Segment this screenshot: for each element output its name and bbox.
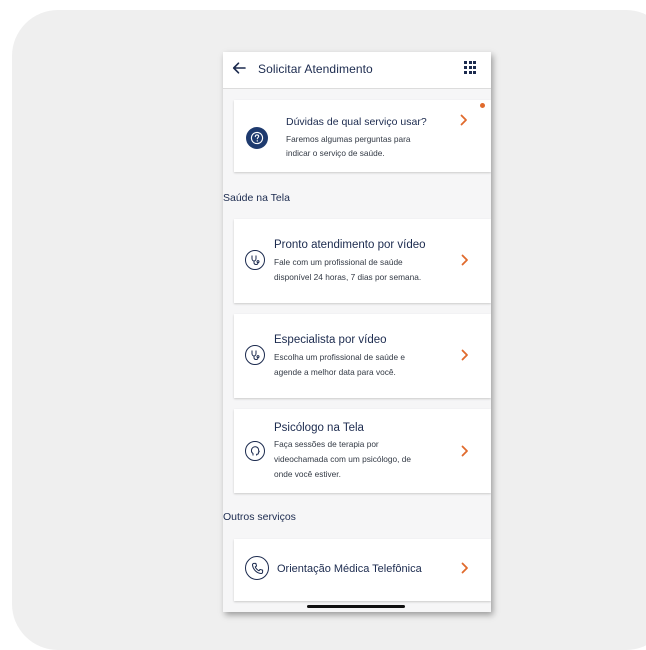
help-card[interactable]: Dúvidas de qual serviço usar? Faremos al…	[234, 100, 491, 172]
service-description-line3: onde você estiver.	[274, 469, 341, 479]
page-title: Solicitar Atendimento	[258, 62, 373, 76]
service-title: Orientação Médica Telefônica	[277, 563, 422, 575]
service-description-line2: agende a melhor data para você.	[274, 367, 396, 377]
stethoscope-icon	[245, 250, 265, 270]
service-title: Pronto atendimento por vídeo	[274, 239, 426, 251]
phone-icon	[245, 556, 269, 580]
service-card-orientacao-medica[interactable]: Orientação Médica Telefônica	[234, 539, 491, 601]
chevron-right-icon	[461, 254, 471, 268]
app-screen: Solicitar Atendimento Dúvidas de qual se…	[223, 52, 491, 612]
help-card-title: Dúvidas de qual serviço usar?	[286, 116, 427, 128]
service-card-pronto-atendimento[interactable]: Pronto atendimento por vídeo Fale com um…	[234, 219, 491, 303]
service-description-line1: Escolha um profissional de saúde e	[274, 352, 405, 362]
section-title-outros-servicos: Outros serviços	[223, 511, 296, 523]
question-icon	[246, 127, 268, 149]
app-bar: Solicitar Atendimento	[223, 52, 491, 89]
service-title: Psicólogo na Tela	[274, 422, 364, 434]
service-description-line2: disponível 24 horas, 7 dias por semana.	[274, 272, 422, 282]
service-description-line1: Fale com um profissional de saúde	[274, 257, 403, 267]
chevron-right-icon	[461, 562, 471, 576]
chevron-right-icon	[460, 114, 470, 128]
section-title-saude-na-tela: Saúde na Tela	[223, 192, 290, 204]
service-description-line2: videochamada com um psicólogo, de	[274, 454, 411, 464]
stethoscope-icon	[245, 345, 265, 365]
chevron-right-icon	[461, 349, 471, 363]
help-card-description-line1: Faremos algumas perguntas para	[286, 134, 411, 144]
chevron-right-icon	[461, 445, 471, 459]
head-profile-icon	[245, 441, 265, 461]
service-description-line1: Faça sessões de terapia por	[274, 439, 379, 449]
service-card-psicologo[interactable]: Psicólogo na Tela Faça sessões de terapi…	[234, 409, 491, 493]
help-card-description-line2: indicar o serviço de saúde.	[286, 148, 385, 158]
back-arrow-icon[interactable]	[232, 61, 246, 75]
service-card-especialista[interactable]: Especialista por vídeo Escolha um profis…	[234, 314, 491, 398]
notification-dot	[480, 103, 485, 108]
apps-grid-icon[interactable]	[464, 61, 478, 75]
service-title: Especialista por vídeo	[274, 334, 387, 346]
home-indicator[interactable]	[307, 605, 405, 608]
